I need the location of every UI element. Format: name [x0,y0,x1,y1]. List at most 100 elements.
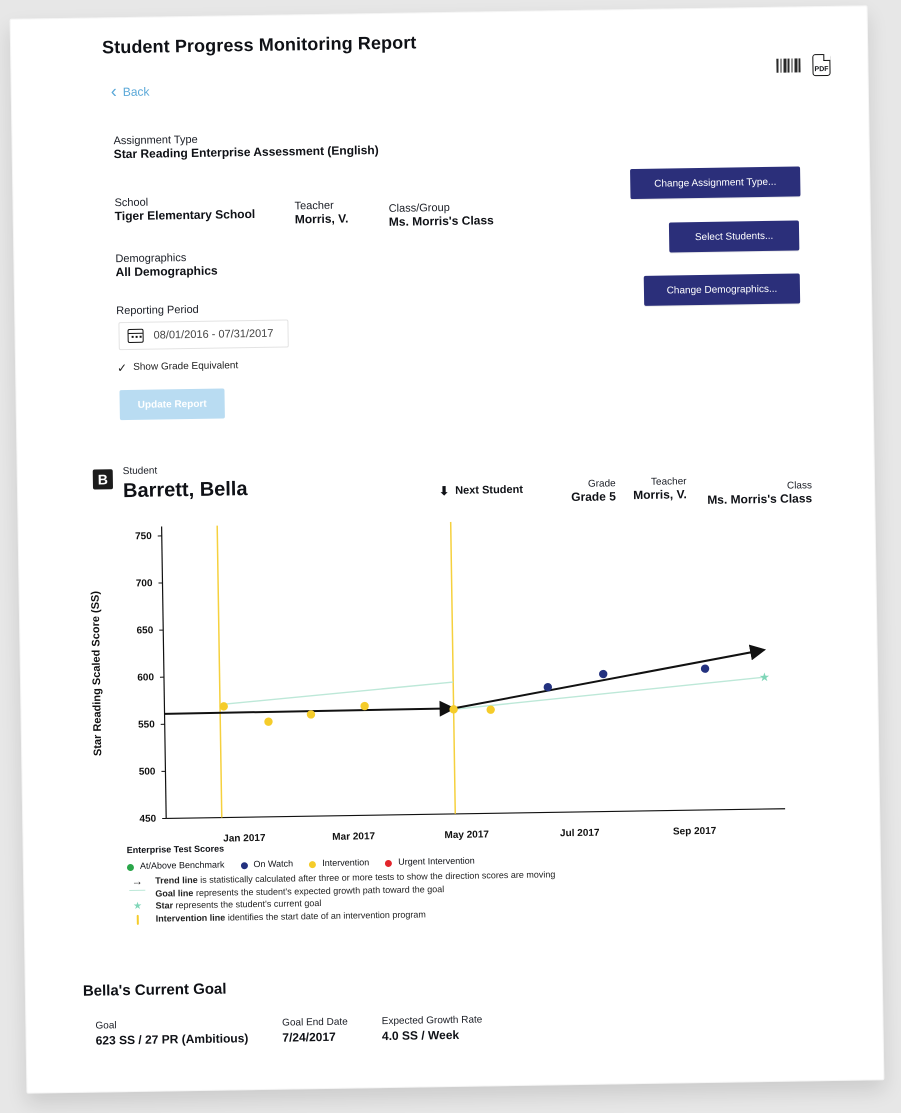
expected-growth-rate-field: Expected Growth Rate 4.0 SS / Week [382,1015,483,1044]
progress-chart-svg: 750 700 650 600 550 500 450 Star Reading Scaled… [90,521,786,845]
chevron-left-icon: ‹ [110,81,117,102]
school-block: School Tiger Elementary School [114,195,256,224]
assignment-type-block: Assignment Type Star Reading Enterprise … [113,131,378,161]
back-link[interactable]: ‹ Back [110,81,150,102]
screen: Student Progress Monitoring Report ‹ Bac… [0,0,901,1113]
goal-line [453,676,765,711]
intervention-line [216,525,223,818]
current-goal-details: Goal 623 SS / 27 PR (Ambitious) Goal End… [95,1015,482,1048]
expected-growth-rate-value: 4.0 SS / Week [381,1027,460,1044]
legend-item-at-above-benchmark: At/Above Benchmark [126,859,225,872]
y-tick-label: 450 [139,814,156,825]
current-goal-title: Bella's Current Goal [82,980,227,1000]
goal-end-date-value: 7/24/2017 [282,1029,336,1045]
select-students-button[interactable]: Select Students... [668,220,800,253]
teacher-value: Morris, V. [294,211,349,227]
legend-item-urgent-intervention: Urgent Intervention [385,856,475,867]
class-group-value: Ms. Morris's Class [388,213,494,229]
legend-label-on-watch: On Watch [253,858,294,870]
score-point [264,717,273,726]
show-grade-equivalent-label: Show Grade Equivalent [133,360,239,373]
star-icon: ★ [132,900,143,912]
score-point [700,664,710,673]
progress-chart: 750 700 650 600 550 500 450 Star Reading Scaled… [75,499,800,860]
student-label: Student [122,465,158,478]
progress-chart-layer: 750 700 650 600 550 500 450 Star Reading Scaled… [90,521,786,845]
x-axis-line [166,808,786,820]
class-group-block: Class/Group Ms. Morris's Class [389,201,494,229]
checkmark-icon: ✓ [116,360,128,375]
blue-dot-icon [240,861,248,869]
score-point [360,701,369,711]
reporting-period-input[interactable]: 08/01/2016 - 07/31/2017 [118,319,289,351]
school-value: Tiger Elementary School [114,206,256,224]
intervention-line-label: Intervention line [155,912,226,924]
goal-value: 623 SS / 27 PR (Ambitious) [95,1031,249,1048]
y-tick-label: 650 [136,625,153,636]
legend-intervention-text: Intervention line identifies the start d… [156,909,426,923]
teacher-label: Teacher [294,199,334,213]
goal-line [219,681,454,706]
expected-growth-rate-label: Expected Growth Rate [381,1014,483,1028]
next-student-label: Next Student [455,483,524,497]
calendar-icon [127,328,144,343]
y-axis-label: Star Reading Scaled Score (SS) [90,591,105,757]
pdf-icon[interactable]: PDF [812,53,831,77]
intervention-line-icon [128,914,148,925]
show-grade-equivalent-checkbox[interactable]: ✓ Show Grade Equivalent [116,360,239,375]
intervention-line [449,521,457,814]
score-point [486,705,495,714]
change-demographics-button[interactable]: Change Demographics... [643,273,801,306]
y-tick-label: 600 [137,672,154,683]
trend-line-label: Trend line [155,874,198,886]
back-label: Back [122,84,150,100]
y-tick-label: 700 [136,578,153,589]
legend-star-text: Star represents the student's current go… [155,898,321,911]
section-badge: B [92,469,114,490]
intervention-line-description: identifies the start date of an interven… [227,909,426,923]
legend-label-intervention: Intervention [322,857,370,868]
yellow-dot-icon [309,860,317,868]
reporting-period-value: 08/01/2016 - 07/31/2017 [153,327,274,342]
change-assignment-type-button[interactable]: Change Assignment Type... [630,166,801,200]
trend-arrow-icon: → [131,875,143,888]
barcode-icon[interactable] [776,58,800,72]
update-report-button[interactable]: Update Report [119,388,225,421]
red-dot-icon [385,859,393,867]
legend-item-on-watch: On Watch [240,858,293,869]
goal-line-label: Goal line [155,888,194,899]
score-point [599,669,608,679]
page-title: Student Progress Monitoring Report [101,32,417,58]
teacher-block: Teacher Morris, V. [294,200,348,227]
legend-label-urgent-intervention: Urgent Intervention [398,855,475,867]
goal-end-date-field: Goal End Date 7/24/2017 [282,1017,348,1045]
next-student-link[interactable]: ⬇ Next Student [439,483,524,498]
y-tick-label: 550 [138,719,155,730]
y-axis-line [161,526,167,819]
header-actions: PDF [776,53,831,77]
report-paper: Student Progress Monitoring Report ‹ Bac… [9,5,885,1094]
y-tick-label: 500 [139,767,156,778]
demographics-block: Demographics All Demographics [115,252,218,280]
y-tick-label: 750 [135,531,152,542]
legend: Enterprise Test Scores At/Above Benchmar… [127,835,768,925]
demographics-value: All Demographics [115,263,218,280]
goal-field: Goal 623 SS / 27 PR (Ambitious) [95,1018,248,1047]
reporting-period-label: Reporting Period [116,303,199,318]
student-name: Barrett, Bella [122,478,248,503]
grade-block: Grade Grade 5 [571,478,616,504]
score-point [449,705,458,714]
star-label: Star [155,900,174,911]
goal-label: Goal [95,1020,117,1032]
star-description: represents the student's current goal [175,898,322,911]
grade-label: Grade [587,478,616,490]
assignment-type-value: Star Reading Enterprise Assessment (Engl… [113,143,379,162]
student-teacher-block: Teacher Morris, V. [633,476,687,502]
legend-label-at-above-benchmark: At/Above Benchmark [139,859,225,871]
student-teacher-label: Teacher [650,476,687,488]
goal-line-icon [127,889,147,892]
goal-star-icon: ★ [759,670,770,684]
green-dot-icon [126,863,135,871]
legend-item-intervention: Intervention [309,857,369,868]
goal-end-date-label: Goal End Date [282,1016,348,1029]
